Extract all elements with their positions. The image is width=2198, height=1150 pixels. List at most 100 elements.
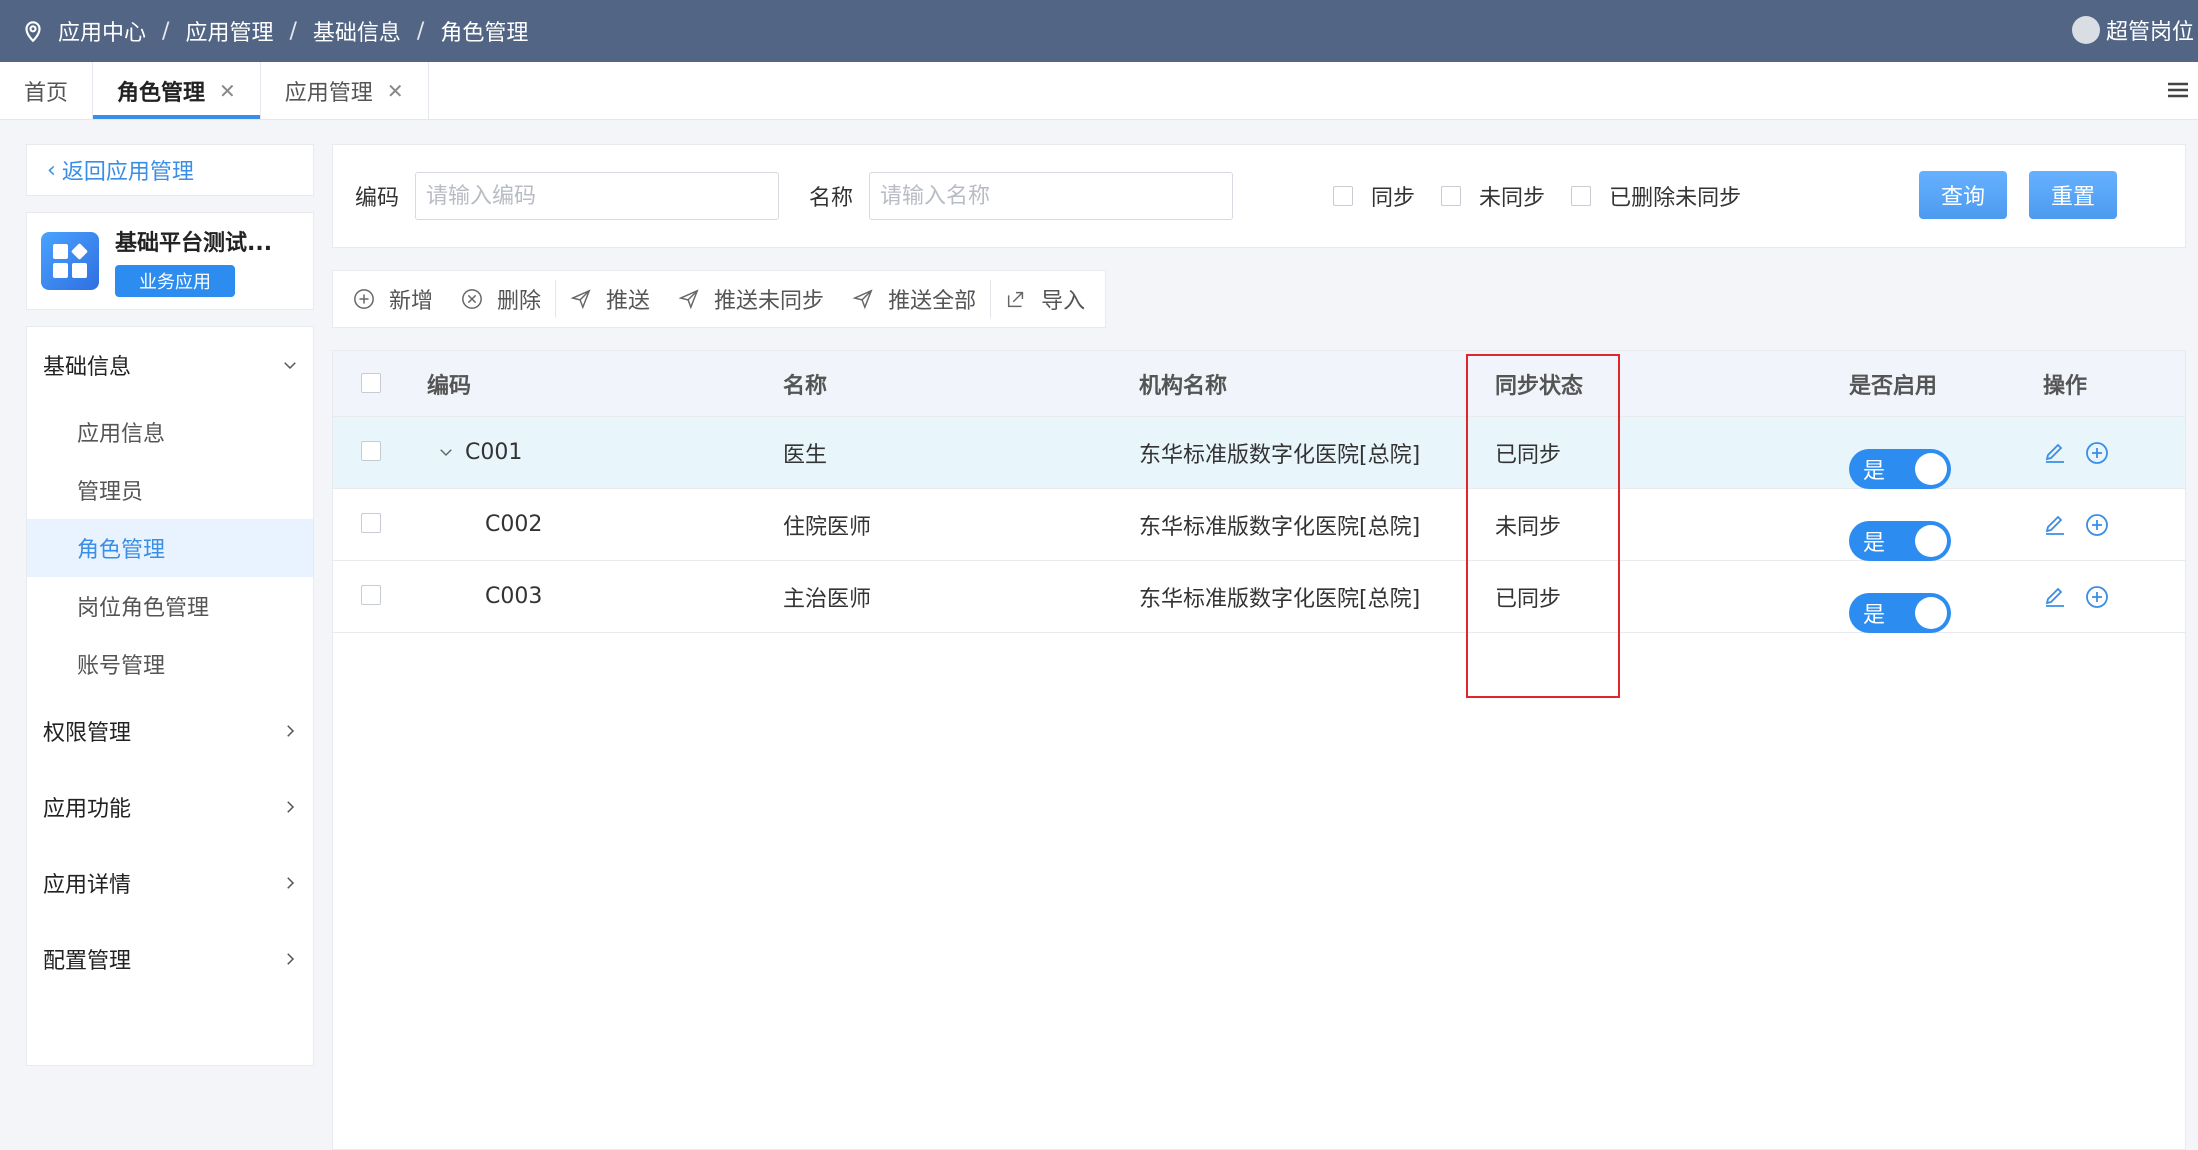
toggle-knob — [1915, 452, 1947, 485]
breadcrumb-separator: / — [416, 18, 425, 44]
tab-label: 首页 — [24, 80, 69, 106]
sidebar-group-basic-info[interactable]: 基础信息 — [27, 327, 313, 403]
checkbox-box[interactable] — [1441, 186, 1462, 206]
push-unsynced-button[interactable]: 推送未同步 — [664, 283, 838, 315]
chevron-down-icon[interactable] — [437, 443, 455, 461]
sidebar-group-label: 应用功能 — [43, 797, 132, 822]
edit-icon[interactable] — [2043, 441, 2067, 465]
add-button[interactable]: 新增 — [339, 283, 447, 315]
row-name: 主治医师 — [783, 586, 872, 612]
sidebar-group-app-details[interactable]: 应用详情 — [27, 845, 313, 921]
enabled-toggle[interactable]: 是 — [1849, 520, 1951, 561]
highlight-annotation-box — [1466, 354, 1620, 698]
code-input[interactable] — [415, 172, 780, 220]
row-checkbox[interactable] — [361, 585, 381, 605]
import-icon — [1008, 291, 1024, 308]
sidebar-item-account-management[interactable]: 账号管理 — [27, 635, 313, 693]
sidebar-item-admins[interactable]: 管理员 — [27, 461, 313, 519]
x-circle-icon — [462, 289, 482, 309]
column-header-code: 编码 — [427, 373, 472, 399]
sidebar-item-role-management[interactable]: 角色管理 — [27, 519, 313, 577]
push-all-label: 推送全部 — [888, 289, 977, 314]
toggle-label: 是 — [1863, 458, 1886, 484]
breadcrumb-item-basic-info[interactable]: 基础信息 — [313, 15, 401, 47]
row-code: C003 — [485, 584, 543, 609]
action-toolbar: 新增 删除 推送 推送未同步 推送全部 导入 — [332, 270, 1107, 328]
top-header: 应用中心 / 应用管理 / 基础信息 / 角色管理 超管岗位 — [0, 0, 2198, 62]
sidebar-group-label: 配置管理 — [43, 949, 132, 974]
push-all-button[interactable]: 推送全部 — [838, 283, 990, 315]
enabled-toggle[interactable]: 是 — [1849, 448, 1951, 489]
close-icon[interactable]: ✕ — [387, 79, 404, 103]
table-header: 编码 名称 机构名称 同步状态 是否启用 操作 — [333, 351, 2185, 417]
toggle-knob — [1915, 524, 1947, 557]
table-row[interactable]: C003 主治医师 东华标准版数字化医院[总院] 已同步 是 — [333, 561, 2185, 633]
sidebar-menu: 基础信息 应用信息 管理员 角色管理 岗位角色管理 账号管理 权限管理 应用功能… — [26, 326, 314, 1066]
page-tabs: 首页 角色管理 ✕ 应用管理 ✕ — [0, 62, 2198, 120]
name-label: 名称 — [809, 186, 854, 211]
sidebar-group-app-functions[interactable]: 应用功能 — [27, 769, 313, 845]
tab-label: 应用管理 — [284, 80, 373, 106]
hamburger-menu-icon[interactable] — [2166, 78, 2190, 102]
add-circle-icon[interactable] — [2085, 513, 2109, 537]
row-name: 住院医师 — [783, 514, 872, 540]
delete-button[interactable]: 删除 — [447, 283, 555, 315]
app-name: 基础平台测试... — [115, 231, 273, 256]
reset-button[interactable]: 重置 — [2029, 171, 2118, 219]
tab-home[interactable]: 首页 — [0, 62, 94, 119]
checkbox-box[interactable] — [1571, 186, 1592, 206]
breadcrumb-separator: / — [162, 18, 170, 44]
enabled-toggle[interactable]: 是 — [1849, 592, 1951, 633]
synced-checkbox[interactable]: 同步 — [1333, 180, 1415, 212]
row-checkbox[interactable] — [361, 513, 381, 533]
plus-circle-icon — [354, 289, 374, 309]
row-code: C002 — [485, 512, 543, 537]
checkbox-label: 未同步 — [1479, 186, 1546, 211]
row-checkbox[interactable] — [361, 441, 381, 461]
sidebar-item-app-info[interactable]: 应用信息 — [27, 403, 313, 461]
row-name: 医生 — [783, 442, 828, 468]
select-all-checkbox[interactable] — [361, 373, 381, 393]
app-type-badge: 业务应用 — [115, 265, 235, 297]
row-org: 东华标准版数字化医院[总院] — [1139, 442, 1421, 468]
edit-icon[interactable] — [2043, 585, 2067, 609]
sidebar-group-permission-management[interactable]: 权限管理 — [27, 693, 313, 769]
name-input[interactable] — [869, 172, 1234, 220]
toggle-label: 是 — [1863, 602, 1886, 628]
breadcrumb-item-app-management[interactable]: 应用管理 — [185, 15, 273, 47]
deleted-unsynced-checkbox[interactable]: 已删除未同步 — [1571, 180, 1741, 212]
close-icon[interactable]: ✕ — [219, 79, 236, 103]
sidebar-item-post-role-management[interactable]: 岗位角色管理 — [27, 577, 313, 635]
table-row[interactable]: C001 医生 东华标准版数字化医院[总院] 已同步 是 — [333, 417, 2185, 489]
query-button[interactable]: 查询 — [1919, 171, 2008, 219]
back-to-app-management-link[interactable]: ‹ 返回应用管理 — [26, 144, 314, 196]
sidebar-group-label: 应用详情 — [43, 873, 132, 898]
chevron-down-icon — [284, 362, 296, 370]
toggle-label: 是 — [1863, 530, 1886, 556]
tab-role-management[interactable]: 角色管理 ✕ — [93, 62, 261, 119]
chevron-right-icon — [287, 877, 295, 889]
delete-label: 删除 — [497, 289, 542, 314]
row-org: 东华标准版数字化医院[总院] — [1139, 514, 1421, 540]
sidebar: ‹ 返回应用管理 基础平台测试... 业务应用 基础信息 应用信息 管理员 角色… — [26, 144, 314, 1066]
import-label: 导入 — [1041, 289, 1086, 314]
tab-app-management[interactable]: 应用管理 ✕ — [261, 62, 429, 119]
column-header-org: 机构名称 — [1139, 373, 1228, 399]
sidebar-group-config-management[interactable]: 配置管理 — [27, 921, 313, 997]
user-menu[interactable]: 超管岗位 — [2071, 14, 2194, 46]
back-link-label: 返回应用管理 — [61, 160, 194, 185]
sync-filter-group: 同步 未同步 已删除未同步 — [1333, 180, 1767, 212]
edit-icon[interactable] — [2043, 513, 2067, 537]
user-role-label: 超管岗位 — [2105, 20, 2194, 45]
push-button[interactable]: 推送 — [556, 283, 664, 315]
unsynced-checkbox[interactable]: 未同步 — [1441, 180, 1545, 212]
send-icon — [852, 289, 873, 310]
breadcrumb: 应用中心 / 应用管理 / 基础信息 / 角色管理 — [20, 15, 528, 47]
checkbox-box[interactable] — [1333, 186, 1354, 206]
add-circle-icon[interactable] — [2085, 441, 2109, 465]
roles-table: 编码 名称 机构名称 同步状态 是否启用 操作 C001 医生 东华标准版数字化… — [332, 350, 2186, 1150]
import-button[interactable]: 导入 — [991, 283, 1099, 315]
breadcrumb-item-app-center[interactable]: 应用中心 — [58, 15, 146, 47]
table-row[interactable]: C002 住院医师 东华标准版数字化医院[总院] 未同步 是 — [333, 489, 2185, 561]
add-circle-icon[interactable] — [2085, 585, 2109, 609]
